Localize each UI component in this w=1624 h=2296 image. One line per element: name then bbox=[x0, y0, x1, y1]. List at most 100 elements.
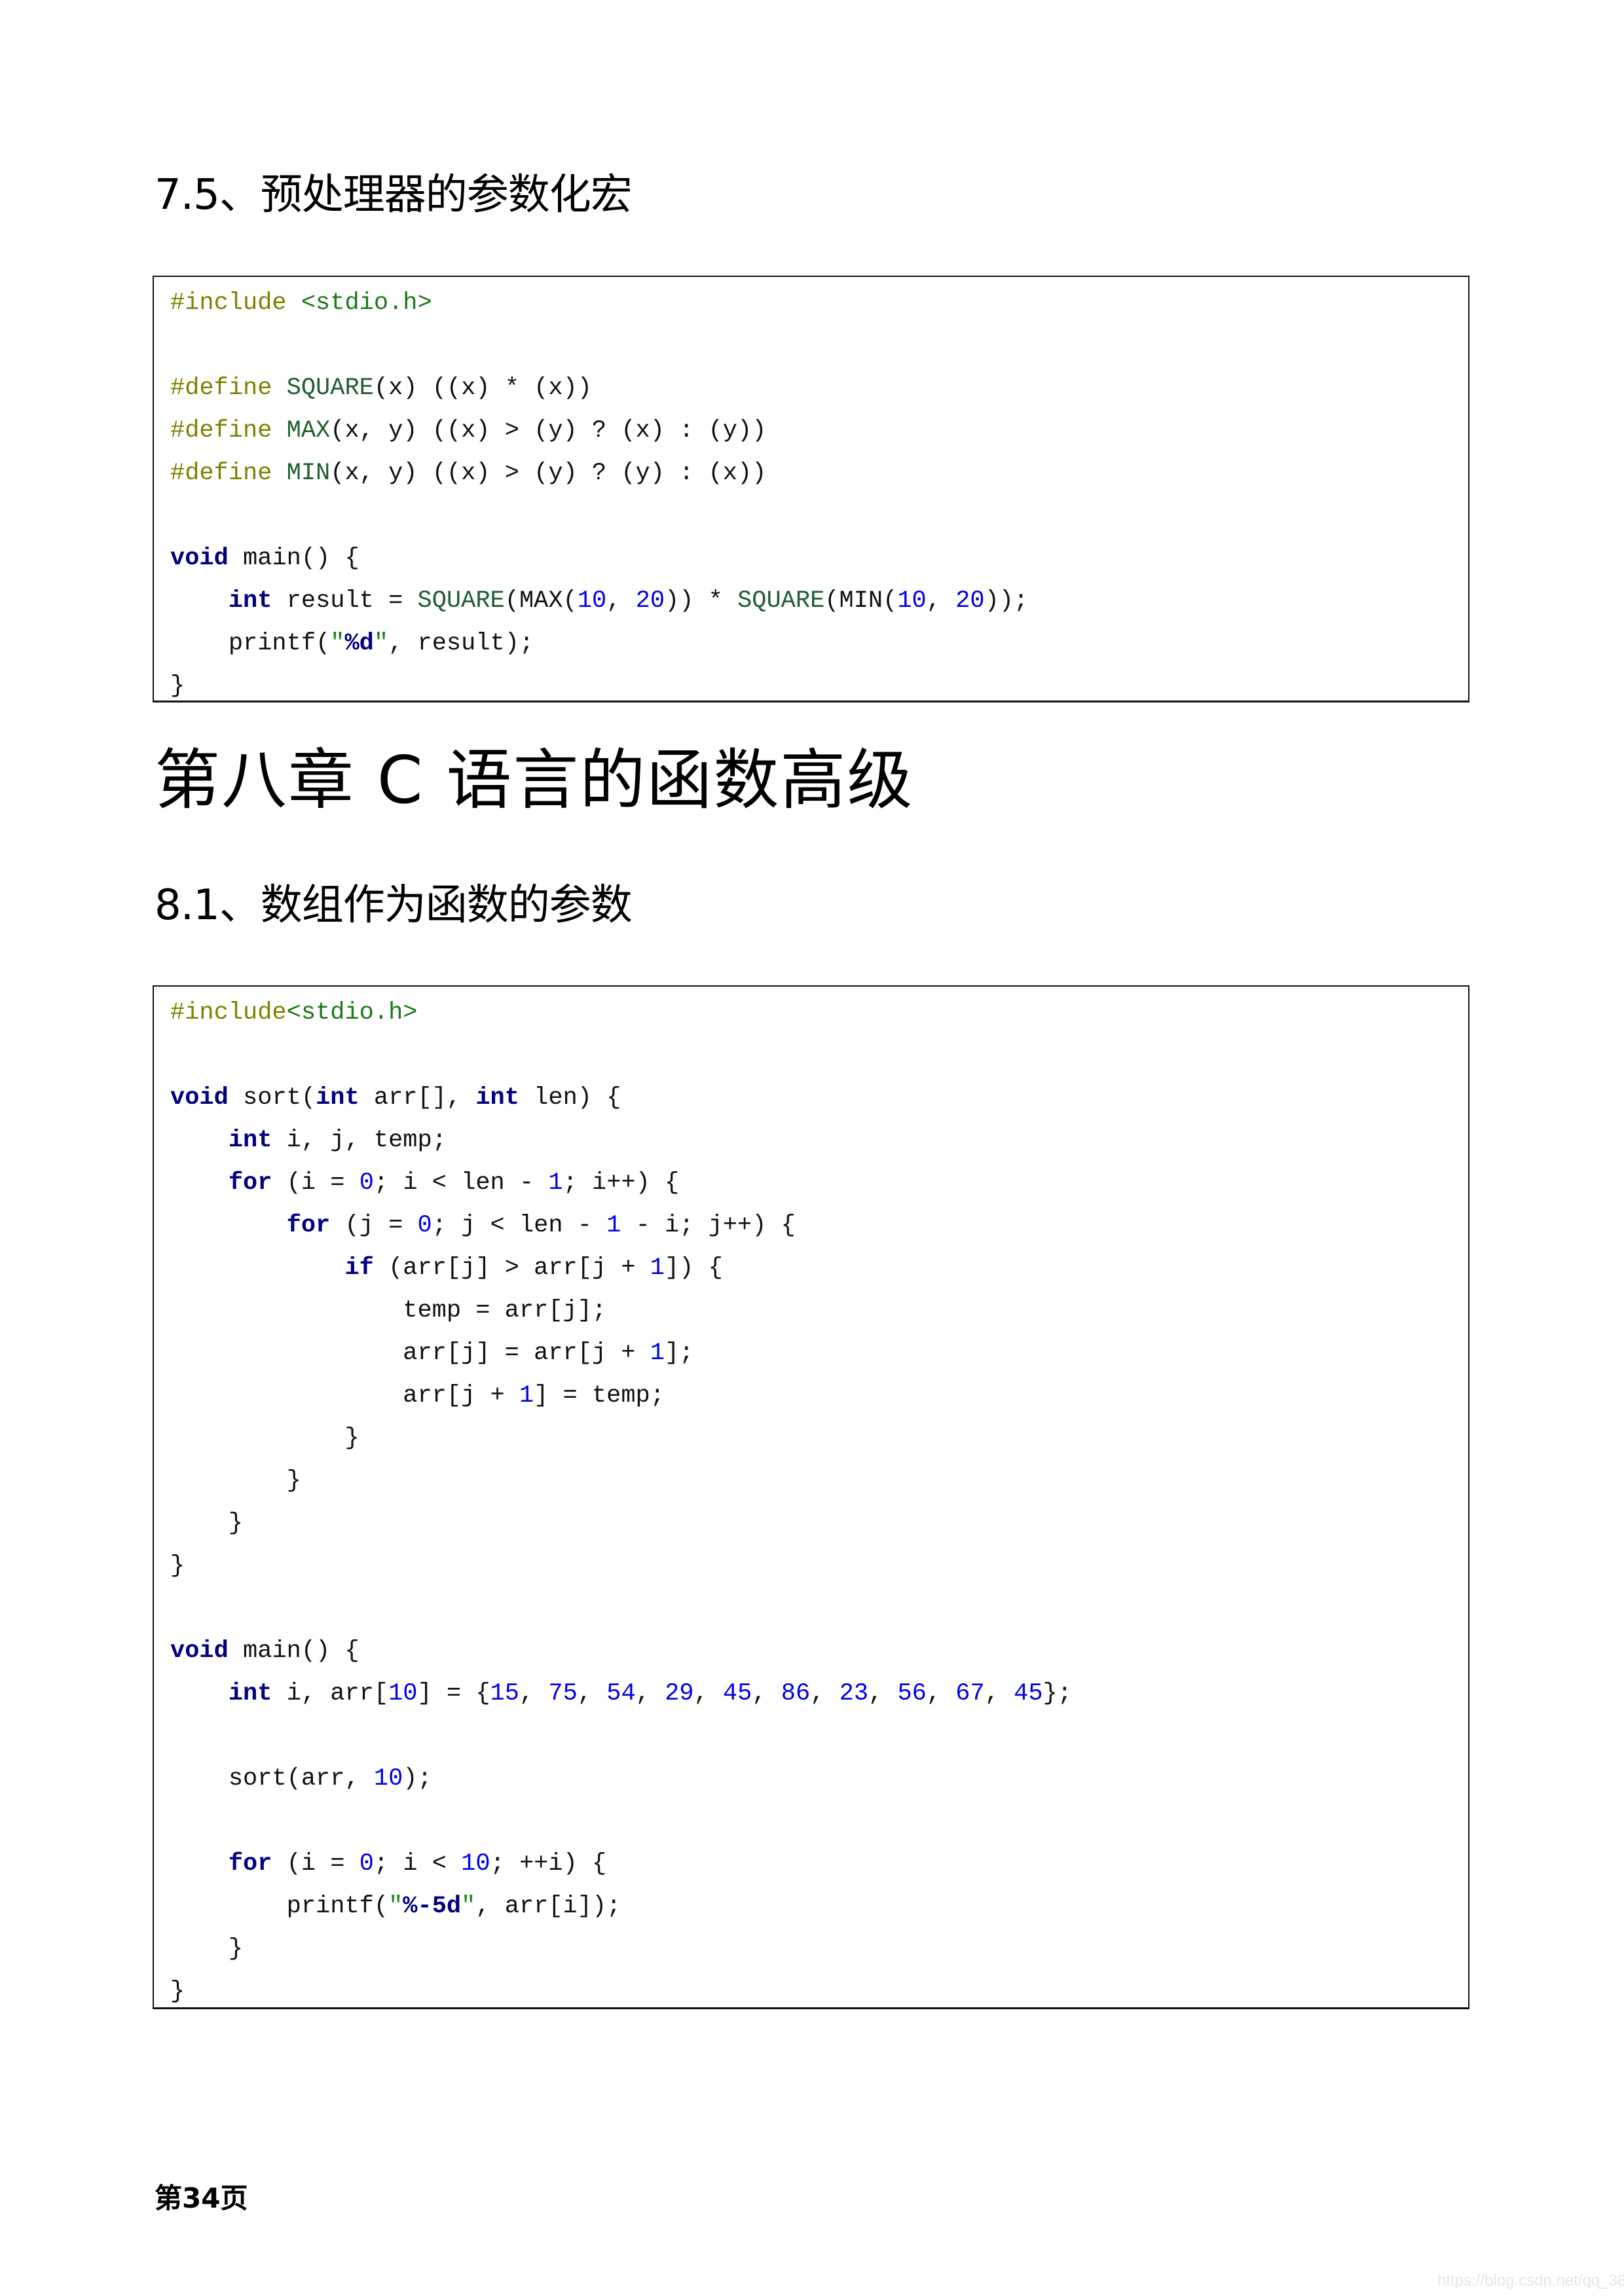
code-text: , bbox=[984, 1680, 1014, 1707]
number-literal: 67 bbox=[955, 1680, 985, 1707]
code-text: (x, y) ((x) > (y) ? (y) : (x)) bbox=[330, 460, 767, 487]
number-literal: 10 bbox=[577, 587, 607, 615]
code-line: sort(arr, 10); bbox=[170, 1758, 1468, 1800]
preprocessor: #define bbox=[170, 417, 287, 445]
code-line: arr[j] = arr[j + 1]; bbox=[170, 1332, 1468, 1375]
code-text: , bbox=[868, 1680, 898, 1707]
macro-name: MAX bbox=[286, 417, 331, 445]
number-literal: 23 bbox=[839, 1680, 869, 1707]
code-line: arr[j + 1] = temp; bbox=[170, 1375, 1468, 1417]
code-text: - i; j++) { bbox=[621, 1212, 796, 1239]
keyword: int bbox=[228, 587, 272, 615]
keyword: int bbox=[228, 1127, 272, 1154]
number-literal: 10 bbox=[388, 1680, 418, 1707]
keyword: for bbox=[286, 1212, 331, 1239]
code-line: for (i = 0; i < 10; ++i) { bbox=[170, 1843, 1468, 1886]
keyword: int bbox=[316, 1084, 360, 1112]
code-text: (arr[j] > arr[j + bbox=[373, 1254, 650, 1282]
code-text: ; i++) { bbox=[563, 1169, 680, 1197]
number-literal: 0 bbox=[359, 1169, 374, 1197]
code-line: #define MIN(x, y) ((x) > (y) ? (y) : (x)… bbox=[170, 452, 1468, 495]
keyword: if bbox=[344, 1254, 374, 1282]
code-line: int i, arr[10] = {15, 75, 54, 29, 45, 86… bbox=[170, 1673, 1468, 1715]
number-literal: 45 bbox=[1014, 1680, 1043, 1707]
code-line: printf("%-5d", arr[i]); bbox=[170, 1886, 1468, 1928]
code-line: void main() { bbox=[170, 538, 1468, 580]
include-path: <stdio.h> bbox=[286, 999, 418, 1027]
format-specifier: %-5d bbox=[403, 1893, 462, 1920]
section-heading-7-5: 7.5、预处理器的参数化宏 bbox=[155, 171, 633, 219]
code-line: #include <stdio.h> bbox=[170, 282, 1468, 325]
code-text: } bbox=[170, 672, 185, 700]
number-literal: 20 bbox=[635, 587, 665, 615]
code-line: } bbox=[170, 1971, 1468, 2013]
number-literal: 20 bbox=[955, 587, 985, 615]
code-text: , bbox=[635, 1680, 665, 1707]
code-line: #define MAX(x, y) ((x) > (y) ? (x) : (y)… bbox=[170, 410, 1468, 452]
number-literal: 10 bbox=[373, 1765, 403, 1793]
number-literal: 1 bbox=[650, 1339, 665, 1367]
section-heading-8-1: 8.1、数组作为函数的参数 bbox=[155, 881, 633, 930]
code-text: , bbox=[926, 1680, 956, 1707]
number-literal: 0 bbox=[359, 1850, 374, 1878]
code-line: #define SQUARE(x) ((x) * (x)) bbox=[170, 367, 1468, 410]
number-literal: 56 bbox=[897, 1680, 927, 1707]
code-text: result = bbox=[272, 587, 418, 615]
number-literal: 0 bbox=[417, 1212, 432, 1239]
code-text: ]; bbox=[664, 1339, 694, 1367]
code-text: temp = arr[j]; bbox=[170, 1297, 607, 1324]
code-text: )) * bbox=[665, 587, 738, 615]
number-literal: 86 bbox=[781, 1680, 811, 1707]
code-line: for (i = 0; i < len - 1; i++) { bbox=[170, 1162, 1468, 1205]
code-text: i, arr[ bbox=[272, 1680, 389, 1707]
code-text: main() { bbox=[228, 1637, 360, 1665]
code-text: main() { bbox=[228, 545, 360, 572]
code-text: ]) { bbox=[664, 1254, 723, 1282]
code-line: printf("%d", result); bbox=[170, 623, 1468, 665]
code-text: sort( bbox=[228, 1084, 316, 1112]
keyword: void bbox=[170, 1637, 229, 1665]
keyword: void bbox=[170, 545, 229, 572]
code-text: ; i < len - bbox=[373, 1169, 549, 1197]
keyword: for bbox=[228, 1850, 272, 1878]
format-specifier: %d bbox=[344, 630, 374, 657]
code-line: #include<stdio.h> bbox=[170, 992, 1468, 1034]
macro-name: SQUARE bbox=[417, 587, 505, 615]
keyword: int bbox=[475, 1084, 519, 1112]
code-text: (MIN( bbox=[824, 587, 898, 615]
code-text: , arr[i]); bbox=[475, 1893, 621, 1920]
code-text: } bbox=[170, 1467, 301, 1495]
macro-name: SQUARE bbox=[737, 587, 825, 615]
preprocessor: #define bbox=[170, 460, 287, 487]
code-text: )); bbox=[984, 587, 1029, 615]
string-quote: " bbox=[373, 630, 389, 657]
code-text: } bbox=[170, 1510, 244, 1537]
code-line: void main() { bbox=[170, 1630, 1468, 1673]
string-quote: " bbox=[330, 630, 345, 657]
code-text: } bbox=[170, 1425, 360, 1452]
watermark: https://blog.csdn.net/qq_38490457 bbox=[1437, 2272, 1624, 2289]
code-text: , bbox=[606, 587, 636, 615]
code-line: int result = SQUARE(MAX(10, 20)) * SQUAR… bbox=[170, 580, 1468, 623]
keyword: int bbox=[228, 1680, 272, 1707]
code-line: } bbox=[170, 1545, 1468, 1588]
code-line: } bbox=[170, 665, 1468, 708]
code-text: ] = { bbox=[417, 1680, 490, 1707]
code-text: len) { bbox=[519, 1084, 621, 1112]
preprocessor: #include bbox=[170, 289, 301, 317]
code-text: , bbox=[810, 1680, 840, 1707]
code-text: } bbox=[170, 1978, 185, 2005]
page-number: 第34页 bbox=[155, 2182, 248, 2214]
code-text: arr[j] = arr[j + bbox=[170, 1339, 650, 1367]
number-literal: 10 bbox=[897, 587, 927, 615]
